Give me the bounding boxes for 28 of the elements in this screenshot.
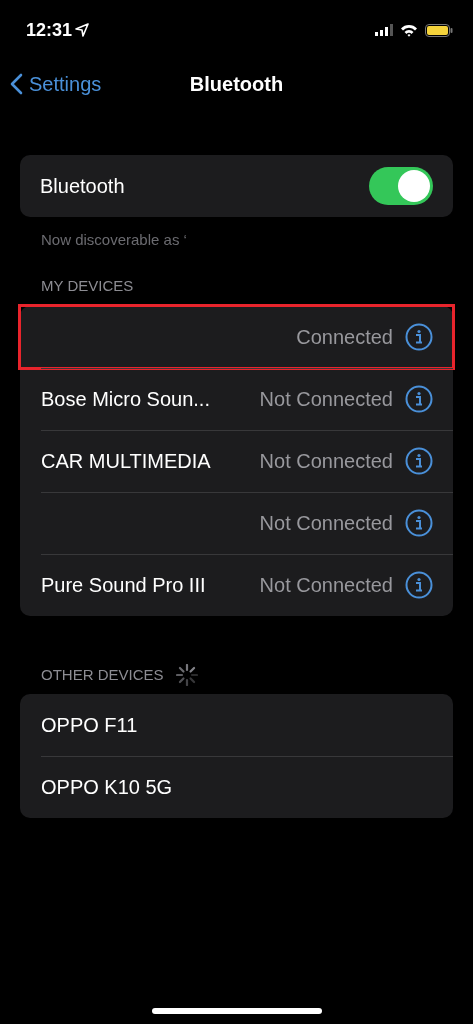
connection-status: Not Connected — [259, 386, 393, 412]
signal-icon — [375, 24, 393, 36]
info-icon[interactable] — [405, 508, 433, 537]
battery-icon — [425, 23, 453, 37]
device-name[interactable]: Pure Sound Pro III — [41, 569, 206, 600]
connection-status: Not Connected — [259, 572, 393, 598]
connection-status: Connected — [296, 324, 393, 350]
device-name[interactable]: OPPO F11 — [41, 710, 138, 740]
bluetooth-toggle[interactable] — [369, 167, 433, 205]
info-icon[interactable] — [405, 384, 433, 413]
chevron-left-icon — [10, 73, 23, 95]
connection-status: Not Connected — [259, 448, 393, 474]
location-arrow-icon — [75, 23, 90, 37]
connection-status: Not Connected — [259, 510, 393, 536]
section-header: MY DEVICES — [40, 276, 135, 296]
discoverable-caption: Now discoverable as ‘ — [40, 230, 188, 250]
device-name[interactable]: OPPO K10 5G — [41, 772, 173, 802]
device-name[interactable]: Bose Micro Soun... — [41, 383, 210, 414]
wifi-icon — [400, 23, 418, 37]
info-icon[interactable] — [405, 570, 433, 599]
info-icon[interactable] — [405, 322, 433, 351]
bluetooth-label: Bluetooth — [40, 174, 125, 199]
device-name[interactable]: CAR MULTIMEDIA — [41, 445, 211, 476]
status-time: 12:31 — [26, 18, 73, 42]
info-icon[interactable] — [405, 446, 433, 475]
back-button[interactable]: Settings — [10, 69, 102, 99]
section-header: OTHER DEVICES — [41, 664, 164, 685]
page-title: Bluetooth — [189, 72, 284, 97]
